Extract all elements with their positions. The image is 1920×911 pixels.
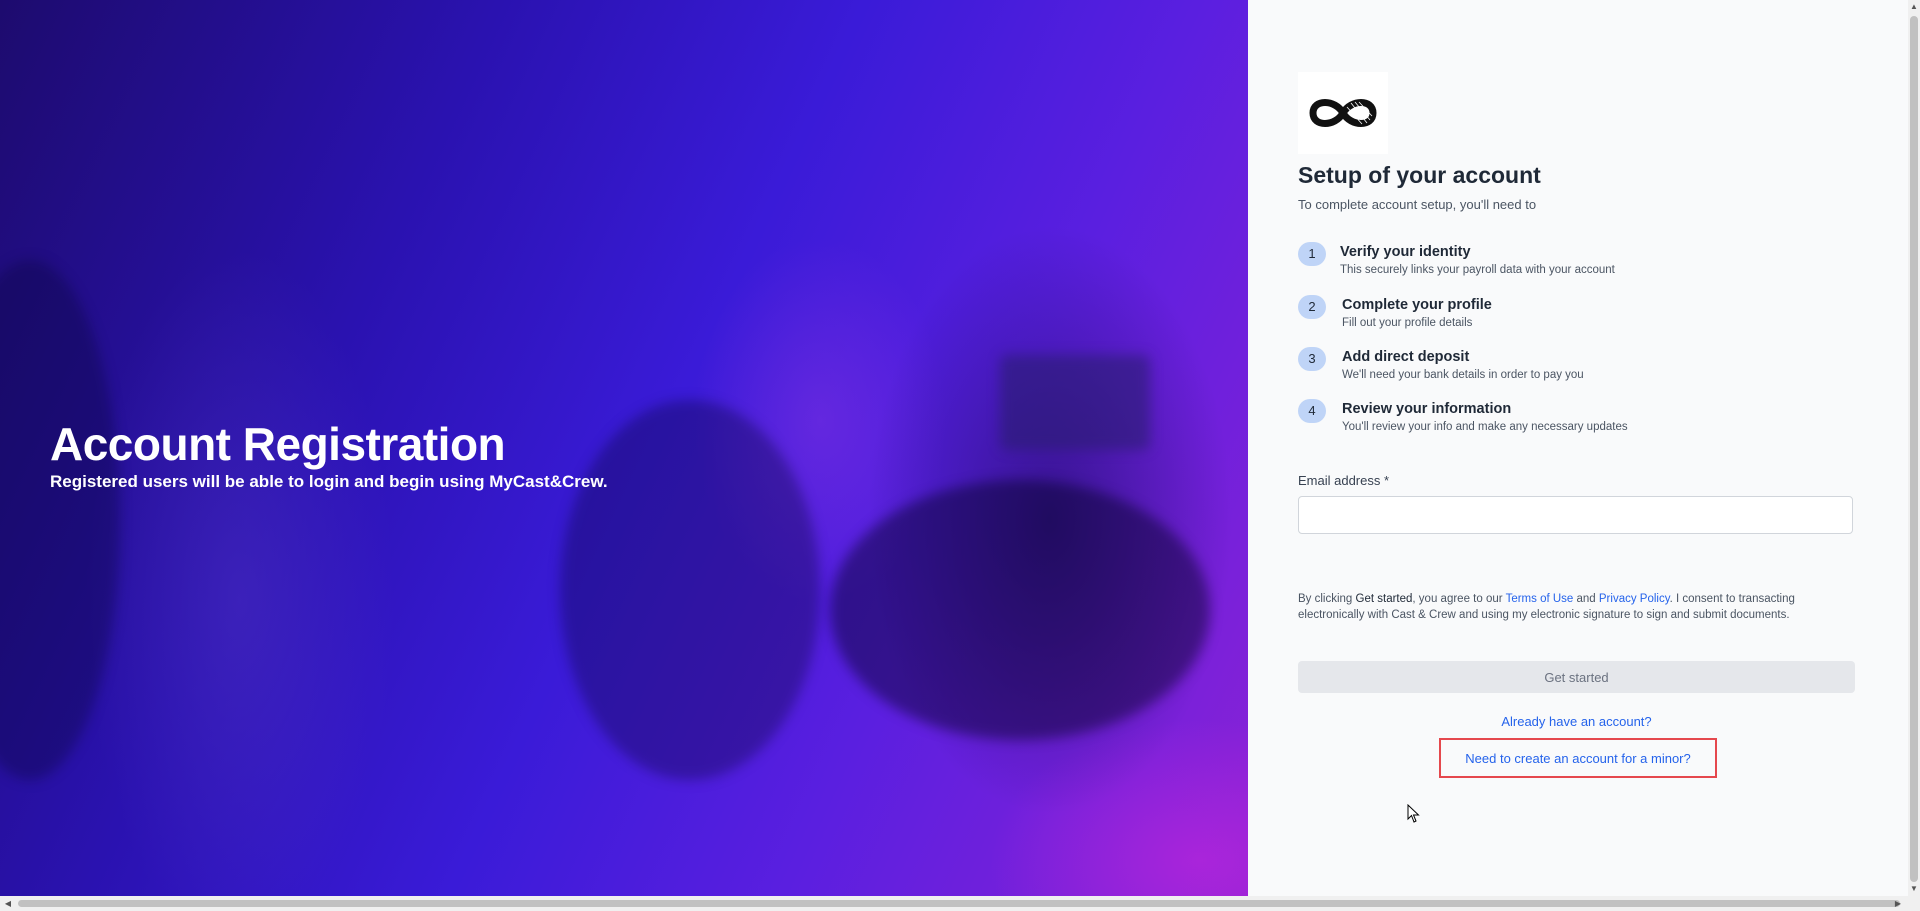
consent-mid: , you agree to our bbox=[1412, 593, 1506, 605]
scroll-down-icon[interactable]: ▼ bbox=[1910, 884, 1918, 894]
cast-and-crew-logo-icon bbox=[1309, 99, 1377, 127]
terms-of-use-link[interactable]: Terms of Use bbox=[1506, 593, 1574, 605]
hero-panel: Account Registration Registered users wi… bbox=[0, 0, 1248, 896]
vertical-scroll-thumb[interactable] bbox=[1910, 16, 1918, 882]
email-field[interactable] bbox=[1298, 496, 1853, 534]
step-description: This securely links your payroll data wi… bbox=[1340, 264, 1615, 276]
vertical-scrollbar[interactable]: ▲ ▼ bbox=[1908, 0, 1920, 896]
hero-subtitle: Registered users will be able to login a… bbox=[50, 472, 608, 491]
step-number-badge: 4 bbox=[1298, 399, 1326, 423]
privacy-policy-link[interactable]: Privacy Policy bbox=[1599, 593, 1670, 605]
step-number-badge: 2 bbox=[1298, 295, 1326, 319]
minor-account-highlight: Need to create an account for a minor? bbox=[1439, 738, 1717, 778]
hero-text: Account Registration Registered users wi… bbox=[50, 418, 608, 492]
logo bbox=[1298, 72, 1388, 154]
step-title: Verify your identity bbox=[1340, 244, 1471, 260]
horizontal-scrollbar[interactable]: ◀ ▶ bbox=[0, 896, 1920, 911]
scroll-up-icon[interactable]: ▲ bbox=[1910, 2, 1918, 12]
setup-subtitle: To complete account setup, you'll need t… bbox=[1298, 197, 1537, 212]
hero-figure-left bbox=[0, 260, 120, 780]
hero-title: Account Registration bbox=[50, 418, 506, 470]
hero-monitor bbox=[1000, 355, 1150, 450]
scroll-left-icon[interactable]: ◀ bbox=[3, 898, 13, 909]
step-title: Add direct deposit bbox=[1342, 349, 1470, 365]
step-description: You'll review your info and make any nec… bbox=[1342, 421, 1628, 433]
consent-prefix: By clicking bbox=[1298, 593, 1356, 605]
horizontal-scroll-thumb[interactable] bbox=[18, 900, 1900, 907]
already-have-account-link[interactable]: Already have an account? bbox=[1298, 714, 1855, 729]
step-number-badge: 1 bbox=[1298, 242, 1326, 266]
scroll-right-icon[interactable]: ▶ bbox=[1893, 898, 1903, 909]
get-started-button[interactable]: Get started bbox=[1298, 661, 1855, 693]
consent-and: and bbox=[1573, 593, 1599, 605]
step-number-badge: 3 bbox=[1298, 347, 1326, 371]
email-label: Email address * bbox=[1298, 473, 1390, 488]
hero-camera bbox=[830, 480, 1210, 740]
step-description: Fill out your profile details bbox=[1342, 317, 1473, 329]
consent-strong: Get started bbox=[1355, 593, 1413, 605]
create-minor-account-link[interactable]: Need to create an account for a minor? bbox=[1465, 751, 1690, 766]
step-title: Review your information bbox=[1342, 401, 1512, 417]
consent-text: By clicking Get started, you agree to ou… bbox=[1298, 591, 1858, 623]
setup-title: Setup of your account bbox=[1298, 162, 1541, 188]
step-title: Complete your profile bbox=[1342, 297, 1492, 313]
step-description: We'll need your bank details in order to… bbox=[1342, 369, 1584, 381]
mouse-pointer-icon bbox=[1407, 803, 1421, 829]
